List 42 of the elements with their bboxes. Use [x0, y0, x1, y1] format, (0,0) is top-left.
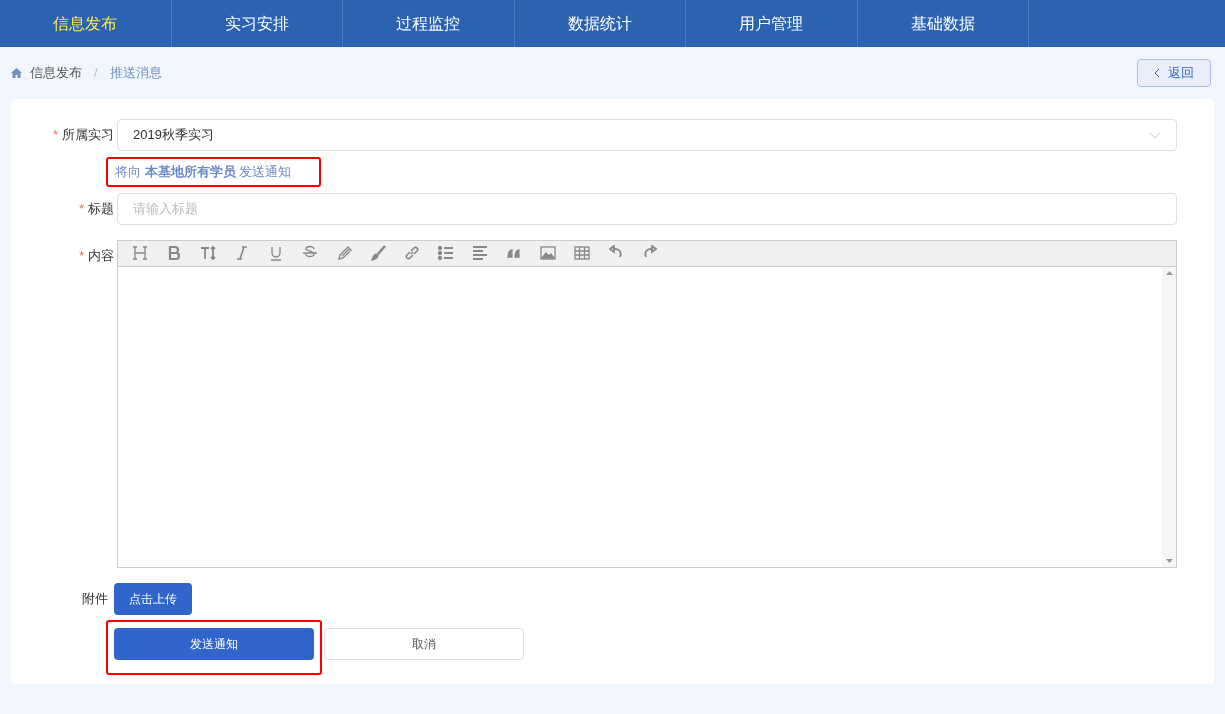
chevron-down-icon	[1149, 131, 1161, 139]
required-asterisk: *	[78, 200, 84, 216]
scroll-up-icon[interactable]	[1165, 270, 1173, 275]
heading-icon[interactable]	[132, 245, 148, 261]
field-label: 内容	[88, 247, 114, 263]
select-value: 2019秋季实习	[133, 126, 214, 145]
pencil-icon[interactable]	[336, 245, 352, 261]
align-left-icon[interactable]	[472, 245, 488, 261]
nav-tab[interactable]: 数据统计	[514, 0, 686, 47]
bullet-list-icon[interactable]	[438, 245, 454, 261]
text-size-icon[interactable]	[200, 245, 216, 261]
nav-tab[interactable]: 过程监控	[343, 0, 515, 47]
required-asterisk: *	[78, 247, 84, 263]
title-input[interactable]: 请输入标题	[117, 192, 1177, 225]
required-asterisk: *	[52, 127, 58, 143]
cancel-button[interactable]: 取消	[324, 627, 524, 660]
breadcrumb-current: 推送消息	[109, 64, 162, 83]
field-label: 所属实习	[62, 127, 114, 143]
home-icon	[11, 68, 22, 78]
scroll-down-icon[interactable]	[1165, 558, 1173, 563]
underline-icon[interactable]	[268, 245, 284, 261]
send-button[interactable]: 发送通知	[114, 627, 314, 660]
scrollbar[interactable]	[1162, 266, 1176, 567]
breadcrumb-separator: /	[94, 64, 98, 83]
table-icon[interactable]	[574, 245, 590, 261]
image-icon[interactable]	[540, 245, 556, 261]
bold-icon[interactable]	[166, 245, 182, 261]
italic-icon[interactable]	[234, 245, 250, 261]
internship-select[interactable]: 2019秋季实习	[117, 119, 1177, 151]
chevron-left-icon	[1154, 68, 1160, 78]
nav-tab[interactable]: 实习安排	[171, 0, 343, 47]
field-label: 标题	[88, 200, 114, 216]
link-icon[interactable]	[404, 245, 420, 261]
back-button[interactable]: 返回	[1137, 59, 1211, 87]
brush-icon[interactable]	[370, 245, 386, 261]
nav-tab[interactable]: 信息发布	[0, 0, 172, 47]
nav-tab[interactable]: 基础数据	[857, 0, 1029, 47]
attachment-label: 附件	[82, 590, 108, 606]
nav-tab[interactable]: 用户管理	[686, 0, 858, 47]
recipient-hint: 将向 本基地所有学员 发送通知	[115, 164, 292, 179]
upload-button[interactable]: 点击上传	[114, 582, 192, 615]
breadcrumb-link[interactable]: 信息发布	[30, 63, 82, 83]
